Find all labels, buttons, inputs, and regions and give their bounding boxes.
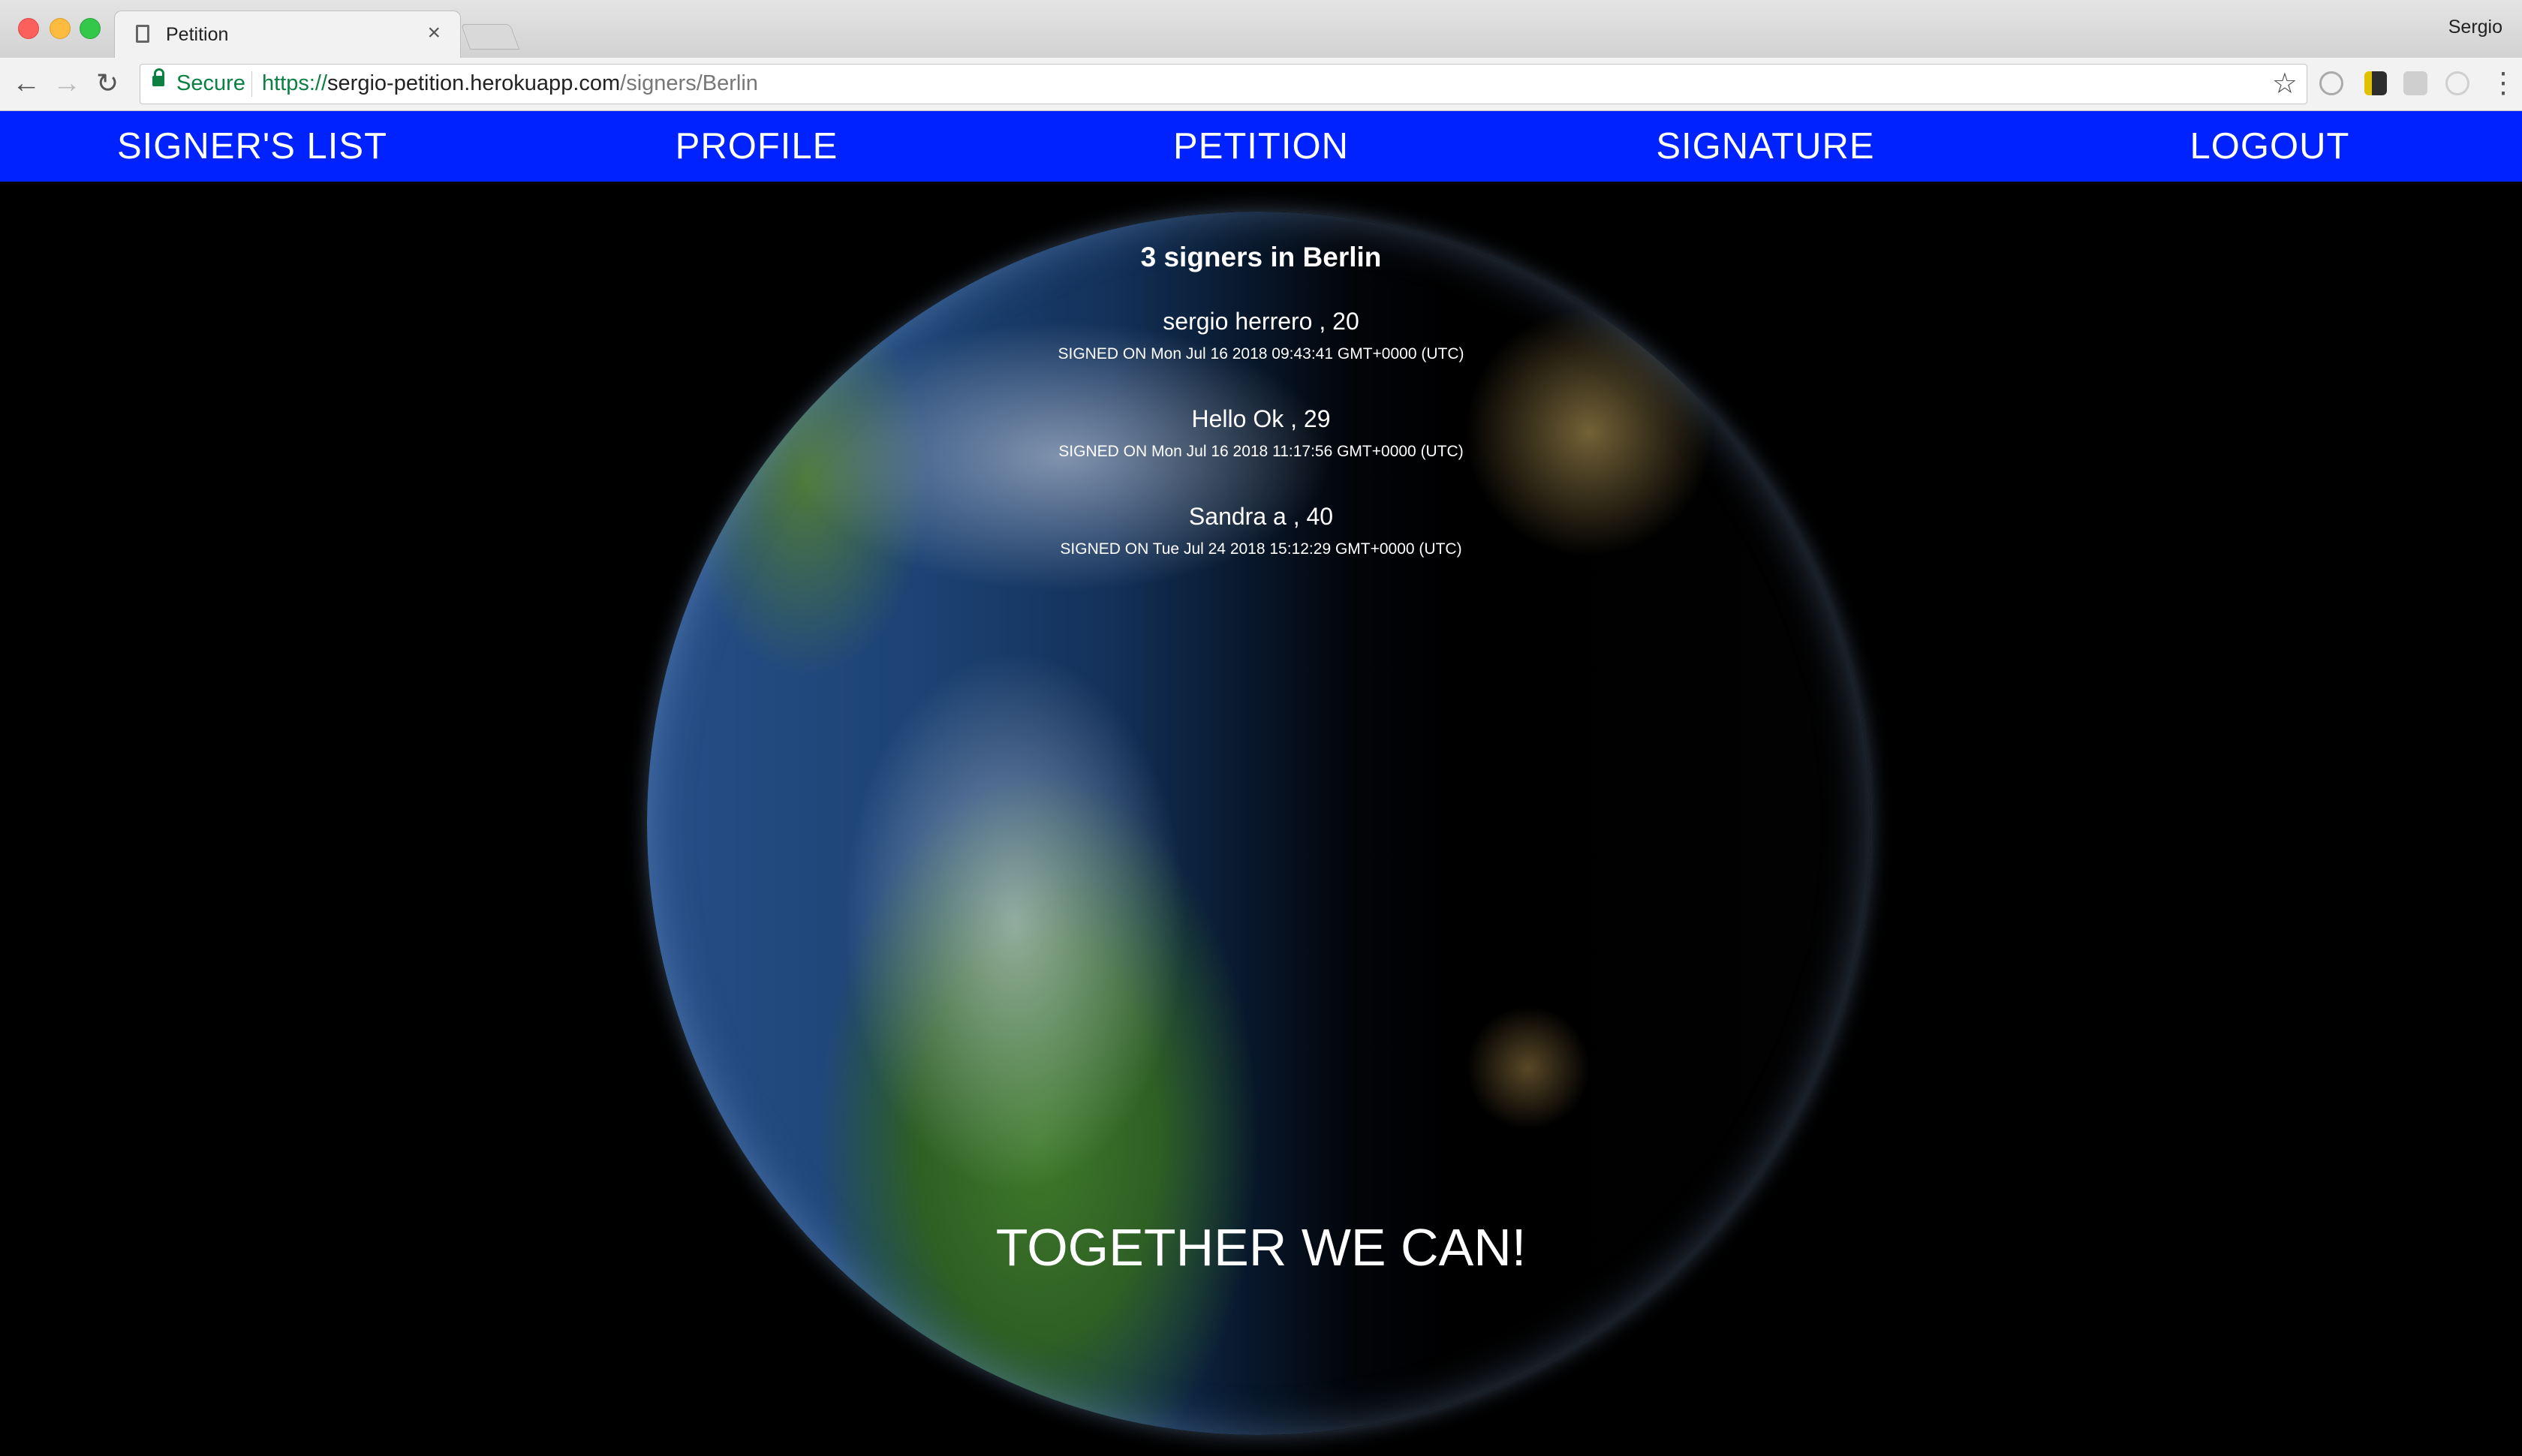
extension-icon[interactable] [2445, 71, 2469, 95]
bookmark-star-icon[interactable]: ☆ [2272, 67, 2298, 101]
browser-menu-icon[interactable]: ⋮ [2489, 65, 2517, 101]
maximize-window-button[interactable] [80, 18, 101, 39]
signer-name: sergio herrero , 20 [1163, 308, 1359, 335]
reload-icon[interactable]: ↻ [96, 65, 119, 101]
tab-close-icon[interactable]: × [427, 20, 441, 46]
tab-title: Petition [166, 24, 229, 45]
address-bar[interactable]: Secure https://sergio-petition.herokuapp… [140, 64, 2307, 104]
url-path: /signers/Berlin [620, 71, 758, 95]
url-host: sergio-petition.herokuapp.com [327, 71, 621, 95]
signer-date: SIGNED ON Tue Jul 24 2018 15:12:29 GMT+0… [1060, 540, 1462, 558]
url-scheme: https:// [262, 71, 328, 95]
forward-arrow-icon[interactable]: → [53, 65, 81, 101]
browser-tab[interactable]: Petition × [114, 11, 461, 59]
document-icon [136, 25, 149, 43]
browser-titlebar: Petition × Sergio [0, 0, 2522, 59]
nav-logout[interactable]: LOGOUT [2018, 111, 2522, 182]
main-content: 3 signers in Berlin sergio herrero , 20 … [0, 182, 2522, 1456]
minimize-window-button[interactable] [50, 18, 71, 39]
omnibox-divider [251, 71, 252, 97]
extension-icon[interactable] [2403, 71, 2427, 95]
page-title: 3 signers in Berlin [1140, 242, 1382, 272]
signer-name: Sandra a , 40 [1188, 503, 1334, 530]
site-nav: SIGNER'S LIST PROFILE PETITION SIGNATURE… [0, 111, 2522, 182]
signer-date: SIGNED ON Mon Jul 16 2018 09:43:41 GMT+0… [1058, 345, 1464, 362]
browser-toolbar: ← → ↻ Secure https://sergio-petition.her… [0, 58, 2522, 111]
secure-label: Secure [176, 71, 245, 95]
profile-name[interactable]: Sergio [2448, 17, 2502, 38]
back-arrow-icon[interactable]: ← [12, 65, 41, 101]
signer-name: Hello Ok , 29 [1191, 405, 1331, 432]
close-window-button[interactable] [18, 18, 39, 39]
extension-icon[interactable] [2319, 71, 2343, 95]
nav-signature[interactable]: SIGNATURE [1513, 111, 2018, 182]
slogan: TOGETHER WE CAN! [995, 1218, 1527, 1277]
nav-profile[interactable]: PROFILE [504, 111, 1009, 182]
lock-icon [152, 68, 164, 86]
nav-petition[interactable]: PETITION [1009, 111, 1513, 182]
new-tab-button[interactable] [460, 24, 520, 50]
nav-signers-list[interactable]: SIGNER'S LIST [0, 111, 504, 182]
extension-icon[interactable] [2364, 71, 2387, 95]
signer-date: SIGNED ON Mon Jul 16 2018 11:17:56 GMT+0… [1058, 443, 1464, 460]
url-text[interactable]: https://sergio-petition.herokuapp.com/si… [262, 71, 758, 96]
